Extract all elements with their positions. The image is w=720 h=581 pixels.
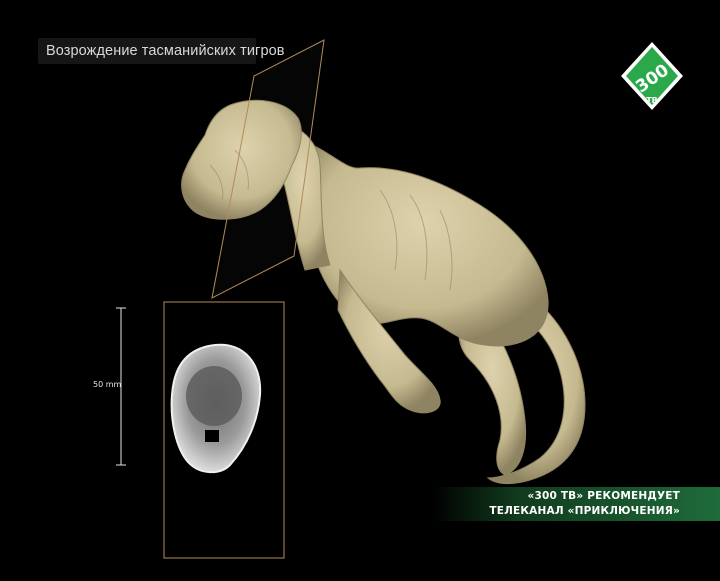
logo-subtext: ТВ xyxy=(646,96,658,105)
ticker-line-1: «300 ТВ» РЕКОМЕНДУЕТ xyxy=(527,490,680,502)
video-frame: Возрождение тасманийских тигров 300 ТВ 5… xyxy=(0,0,720,576)
scale-label: 50 mm xyxy=(93,380,122,389)
channel-logo-icon: 300 ТВ xyxy=(617,40,687,126)
ticker-line-2: ТЕЛЕКАНАЛ «ПРИКЛЮЧЕНИЯ» xyxy=(489,505,680,517)
program-caption: Возрождение тасманийских тигров xyxy=(38,38,284,64)
nasal-cavity xyxy=(205,430,219,442)
promo-ticker: «300 ТВ» РЕКОМЕНДУЕТ ТЕЛЕКАНАЛ «ПРИКЛЮЧЕ… xyxy=(432,487,720,521)
brain-cavity xyxy=(186,366,242,426)
specimen-torso xyxy=(296,139,549,347)
cross-section-panel xyxy=(163,301,285,559)
